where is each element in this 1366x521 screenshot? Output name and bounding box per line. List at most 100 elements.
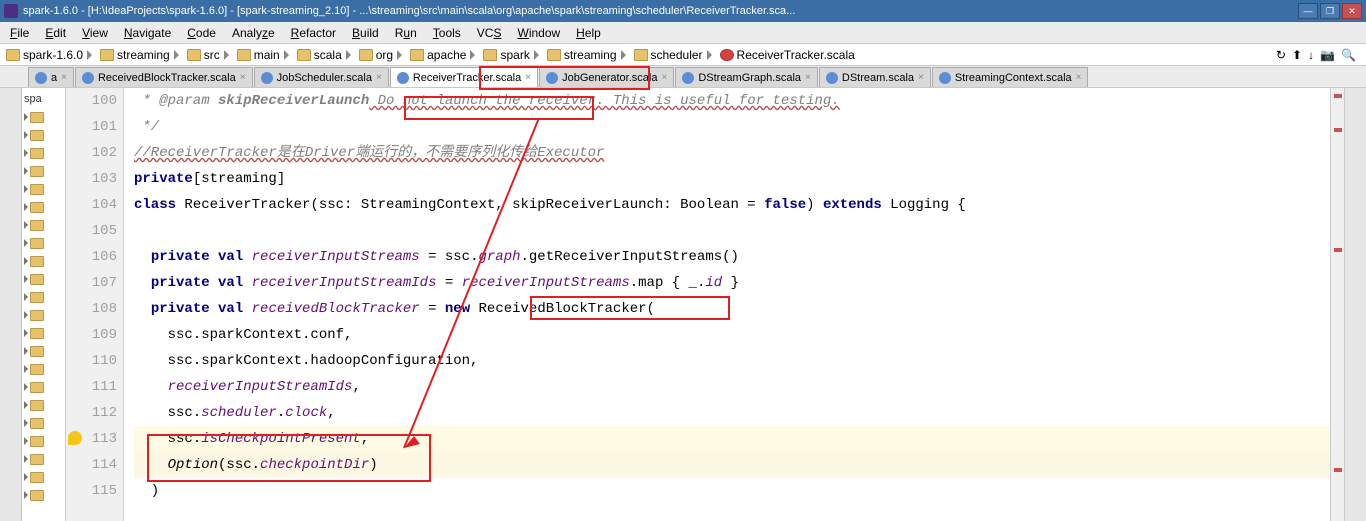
tab-label: ReceiverTracker.scala bbox=[413, 72, 521, 84]
line-number: 108 bbox=[66, 296, 117, 322]
folder-icon bbox=[547, 49, 561, 61]
menu-analyze[interactable]: Analyze bbox=[226, 24, 281, 42]
editor-tab[interactable]: ReceivedBlockTracker.scala × bbox=[75, 67, 253, 87]
left-tool-bar[interactable] bbox=[0, 88, 22, 521]
breadcrumb-item[interactable]: main bbox=[235, 48, 295, 62]
intention-bulb-icon[interactable] bbox=[68, 431, 82, 445]
breadcrumb-label: spark bbox=[500, 48, 529, 62]
menu-bar: File Edit View Navigate Code Analyze Ref… bbox=[0, 22, 1366, 44]
menu-help[interactable]: Help bbox=[570, 24, 607, 42]
breadcrumb-label: streaming bbox=[564, 48, 617, 62]
editor-tab[interactable]: JobScheduler.scala × bbox=[254, 67, 389, 87]
breadcrumb-item[interactable]: src bbox=[185, 48, 235, 62]
line-number-gutter: 1001011021031041051061071081091101111121… bbox=[66, 88, 124, 521]
editor-tab[interactable]: StreamingContext.scala× bbox=[932, 67, 1089, 87]
tab-label: JobScheduler.scala bbox=[277, 72, 372, 84]
breadcrumb-label: main bbox=[254, 48, 280, 62]
menu-navigate[interactable]: Navigate bbox=[118, 24, 177, 42]
menu-refactor[interactable]: Refactor bbox=[285, 24, 342, 42]
tab-label: DStreamGraph.scala bbox=[698, 72, 801, 84]
breadcrumb-item[interactable]: scala bbox=[295, 48, 357, 62]
folder-icon bbox=[6, 49, 20, 61]
menu-edit[interactable]: Edit bbox=[39, 24, 72, 42]
tab-label: ReceivedBlockTracker.scala bbox=[98, 72, 236, 84]
breadcrumb-label: src bbox=[204, 48, 220, 62]
menu-file[interactable]: File bbox=[4, 24, 35, 42]
scala-file-icon bbox=[35, 72, 47, 84]
line-number: 103 bbox=[66, 166, 117, 192]
line-number: 106 bbox=[66, 244, 117, 270]
inspect-icon[interactable]: 🔍 bbox=[1341, 48, 1356, 62]
camera-icon[interactable]: 📷 bbox=[1320, 48, 1335, 62]
folder-icon bbox=[297, 49, 311, 61]
sync-icon[interactable]: ↻ bbox=[1276, 48, 1286, 62]
maximize-button[interactable]: ❐ bbox=[1320, 3, 1340, 19]
editor-tab[interactable]: ReceiverTracker.scala × bbox=[390, 67, 538, 87]
editor-tab[interactable]: DStreamGraph.scala × bbox=[675, 67, 818, 87]
tab-close-icon[interactable]: × bbox=[918, 72, 924, 83]
tab-close-icon[interactable]: × bbox=[240, 72, 246, 83]
editor-tab[interactable]: JobGenerator.scala × bbox=[539, 67, 674, 87]
breadcrumb-label: scheduler bbox=[651, 48, 703, 62]
scala-file-icon bbox=[826, 72, 838, 84]
breadcrumb-item[interactable]: scheduler bbox=[632, 48, 718, 62]
menu-build[interactable]: Build bbox=[346, 24, 385, 42]
breadcrumb-item[interactable]: apache bbox=[408, 48, 481, 62]
down-icon[interactable]: ↓ bbox=[1308, 48, 1314, 62]
app-icon bbox=[4, 4, 18, 18]
menu-view[interactable]: View bbox=[76, 24, 114, 42]
folder-icon bbox=[359, 49, 373, 61]
scala-file-icon bbox=[82, 72, 94, 84]
scala-file-icon bbox=[939, 72, 951, 84]
chevron-right-icon bbox=[87, 50, 92, 60]
breadcrumb-label: apache bbox=[427, 48, 466, 62]
editor-tab[interactable]: a× bbox=[28, 67, 74, 87]
tab-close-icon[interactable]: × bbox=[525, 72, 531, 83]
menu-window[interactable]: Window bbox=[511, 24, 566, 42]
chevron-right-icon bbox=[534, 50, 539, 60]
line-number: 102 bbox=[66, 140, 117, 166]
chevron-right-icon bbox=[174, 50, 179, 60]
menu-code[interactable]: Code bbox=[181, 24, 222, 42]
line-number: 104 bbox=[66, 192, 117, 218]
folder-icon bbox=[237, 49, 251, 61]
minimize-button[interactable]: — bbox=[1298, 3, 1318, 19]
breadcrumb-bar: spark-1.6.0 streaming src main scala org apach… bbox=[0, 44, 1366, 66]
tab-close-icon[interactable]: × bbox=[376, 72, 382, 83]
file-icon bbox=[720, 49, 734, 61]
project-tree[interactable]: spa bbox=[22, 88, 66, 521]
chevron-right-icon bbox=[397, 50, 402, 60]
right-tool-bar[interactable] bbox=[1344, 88, 1366, 521]
main-area: spa 100101102103104105106107108109110111… bbox=[0, 88, 1366, 521]
tab-close-icon[interactable]: × bbox=[661, 72, 667, 83]
project-root-label: spa bbox=[24, 93, 42, 105]
folder-icon bbox=[187, 49, 201, 61]
tab-label: DStream.scala bbox=[842, 72, 914, 84]
breadcrumb-item[interactable]: spark bbox=[481, 48, 544, 62]
close-button[interactable]: ✕ bbox=[1342, 3, 1362, 19]
folder-icon bbox=[483, 49, 497, 61]
breadcrumb-label: streaming bbox=[117, 48, 170, 62]
error-stripe[interactable] bbox=[1330, 88, 1344, 521]
breadcrumb-item[interactable]: ReceiverTracker.scala bbox=[718, 48, 861, 62]
editor-tab[interactable]: DStream.scala × bbox=[819, 67, 931, 87]
tab-label: JobGenerator.scala bbox=[562, 72, 657, 84]
scala-file-icon bbox=[397, 72, 409, 84]
breadcrumb-item[interactable]: streaming bbox=[98, 48, 185, 62]
tab-close-icon[interactable]: × bbox=[1076, 72, 1082, 83]
breadcrumb-item[interactable]: spark-1.6.0 bbox=[4, 48, 98, 62]
code-editor[interactable]: * @param skipReceiverLaunch Do not launc… bbox=[124, 88, 1330, 521]
menu-run[interactable]: Run bbox=[389, 24, 423, 42]
chevron-right-icon bbox=[621, 50, 626, 60]
breadcrumb-item[interactable]: org bbox=[357, 48, 408, 62]
chevron-right-icon bbox=[470, 50, 475, 60]
breadcrumb-label: spark-1.6.0 bbox=[23, 48, 83, 62]
up-icon[interactable]: ⬆ bbox=[1292, 48, 1302, 62]
tab-close-icon[interactable]: × bbox=[805, 72, 811, 83]
folder-icon bbox=[634, 49, 648, 61]
breadcrumb-item[interactable]: streaming bbox=[545, 48, 632, 62]
menu-vcs[interactable]: VCS bbox=[471, 24, 508, 42]
breadcrumb-label: org bbox=[376, 48, 393, 62]
tab-close-icon[interactable]: × bbox=[61, 72, 67, 83]
menu-tools[interactable]: Tools bbox=[427, 24, 467, 42]
